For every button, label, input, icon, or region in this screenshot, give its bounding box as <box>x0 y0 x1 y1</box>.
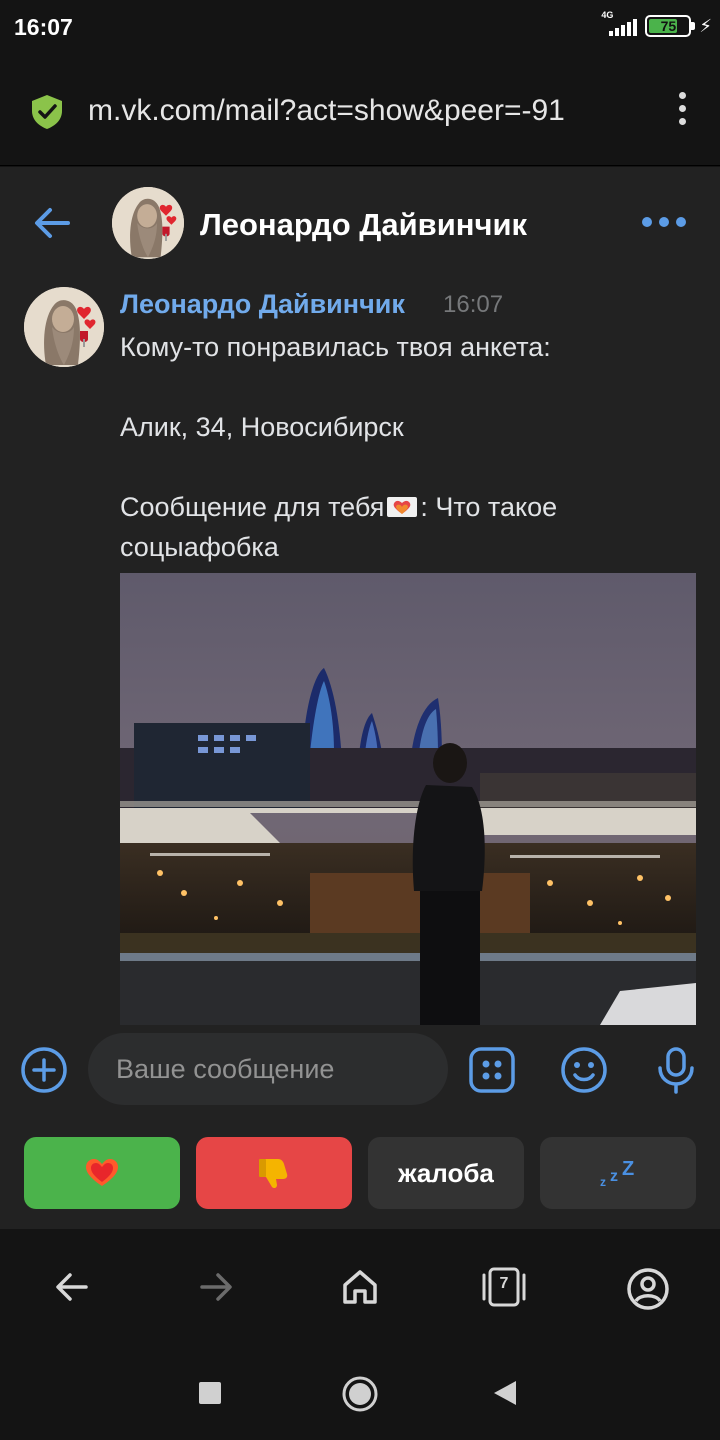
city-night-photo <box>120 573 696 1025</box>
url-field[interactable]: m.vk.com/mail?act=show&peer=-91 <box>88 94 628 128</box>
message-avatar[interactable] <box>24 287 104 367</box>
profile-icon[interactable] <box>626 1267 670 1311</box>
like-button[interactable] <box>24 1137 180 1209</box>
status-time: 16:07 <box>14 14 73 40</box>
browser-home-icon[interactable] <box>340 1267 380 1307</box>
back-arrow-icon[interactable] <box>30 201 74 245</box>
message-composer <box>0 1029 720 1109</box>
chat-title[interactable]: Леонардо Дайвинчик <box>200 207 527 243</box>
message-time: 16:07 <box>443 291 504 318</box>
status-icons: 4G 75 ⚡ <box>601 10 712 40</box>
bot-keyboard: жалоба z z Z <box>0 1109 720 1229</box>
attach-plus-icon[interactable] <box>20 1046 68 1094</box>
message-line: Кому-то понравилась твоя анкета: <box>120 332 551 362</box>
emoji-smile-icon[interactable] <box>560 1046 608 1094</box>
leonardo-avatar-icon <box>24 287 104 367</box>
system-navigation-bar <box>0 1349 720 1440</box>
home-circle-icon[interactable] <box>341 1375 379 1413</box>
browser-forward-icon[interactable] <box>196 1267 236 1307</box>
charging-icon: ⚡ <box>699 15 712 36</box>
chat-avatar[interactable] <box>112 187 184 259</box>
message-line: Сообщение для тебя <box>120 492 385 522</box>
battery-icon: 75 <box>645 15 696 37</box>
chat-header: Леонардо Дайвинчик <box>0 167 720 277</box>
battery-level: 75 <box>660 18 677 34</box>
photo-attachment[interactable] <box>120 573 696 1025</box>
back-triangle-icon[interactable] <box>492 1379 518 1407</box>
svg-text:Z: Z <box>622 1158 634 1180</box>
status-bar: 16:07 4G 75 ⚡ <box>0 0 720 56</box>
browser-back-icon[interactable] <box>52 1267 92 1307</box>
dislike-button[interactable] <box>196 1137 352 1209</box>
report-button[interactable]: жалоба <box>368 1137 524 1209</box>
browser-menu-icon[interactable] <box>679 92 686 125</box>
message-list: Леонардо Дайвинчик 16:07 Кому-то понрави… <box>0 277 720 1029</box>
svg-text:z: z <box>610 1168 618 1185</box>
secure-shield-icon <box>32 95 62 129</box>
heart-icon <box>86 1159 118 1186</box>
recents-square-icon[interactable] <box>198 1381 222 1405</box>
sleep-button[interactable]: z z Z <box>540 1137 696 1209</box>
tabs-counter[interactable]: 7 <box>480 1265 528 1309</box>
svg-text:z: z <box>600 1175 606 1188</box>
browser-toolbar: 7 <box>0 1229 720 1349</box>
message-text: Кому-то понравилась твоя анкета: Алик, 3… <box>120 327 680 567</box>
zzz-sleep-icon: z z Z <box>600 1158 634 1188</box>
browser-url-bar: m.vk.com/mail?act=show&peer=-91 <box>0 56 720 166</box>
message-input[interactable] <box>88 1033 448 1105</box>
message-line: Алик, 34, Новосибирск <box>120 412 404 442</box>
thumbs-down-icon <box>259 1159 288 1189</box>
tab-count: 7 <box>499 1275 509 1292</box>
more-options-icon[interactable] <box>642 217 686 227</box>
signal-icon: 4G <box>601 10 638 40</box>
love-letter-emoji-icon <box>387 497 418 517</box>
message-author[interactable]: Леонардо Дайвинчик <box>120 289 405 320</box>
bot-keyboard-icon[interactable] <box>468 1046 516 1094</box>
leonardo-avatar-icon <box>112 187 184 259</box>
microphone-icon[interactable] <box>654 1046 698 1094</box>
